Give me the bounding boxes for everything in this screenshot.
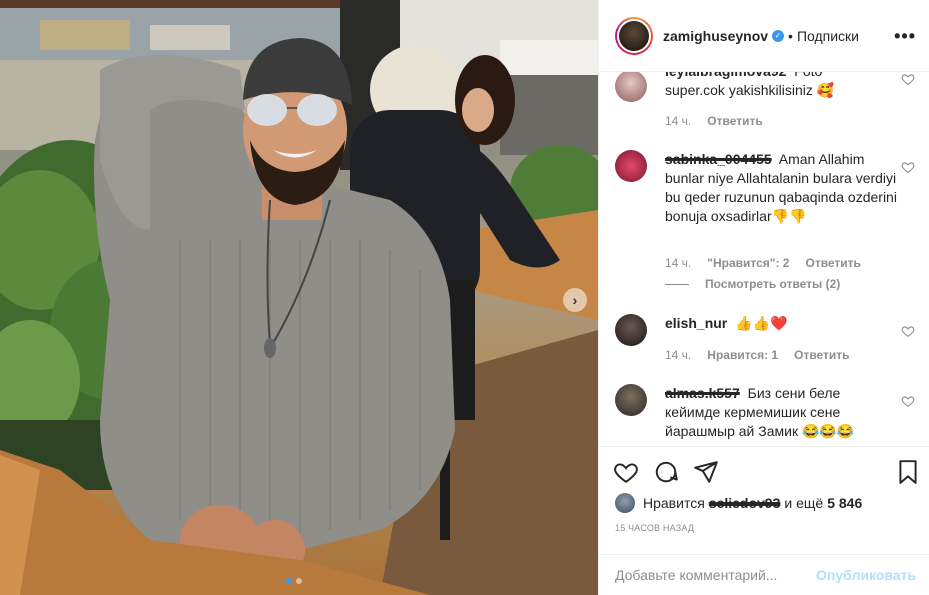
comment-meta: 14 ч. Нравится: 1 Ответить — [665, 348, 850, 362]
liker-username[interactable]: seliedov93 — [709, 495, 781, 511]
like-comment-heart-icon[interactable] — [901, 394, 915, 408]
post-photo[interactable]: › — [0, 0, 598, 595]
comment-likes[interactable]: Нравится: 1 — [707, 348, 778, 362]
carousel-dot-active — [286, 578, 292, 584]
reply-button[interactable]: Ответить — [805, 256, 860, 270]
post-side-panel: zamighuseynov ✓ • Подписки ••• leylaibra… — [598, 0, 929, 595]
comment-meta: 14 ч. Ответить — [665, 114, 763, 128]
comment-likes[interactable]: "Нравится": 2 — [707, 256, 789, 270]
carousel-dot — [296, 578, 302, 584]
carousel-next-button[interactable]: › — [563, 288, 587, 312]
add-comment-bar: Опубликовать — [599, 554, 929, 595]
likes-prefix: Нравится — [643, 495, 705, 511]
reply-button[interactable]: Ответить — [707, 114, 762, 128]
comment-text: sabinka_004455 Aman Allahim bunlar niye … — [665, 150, 897, 226]
comment-avatar[interactable] — [615, 314, 647, 346]
comment-time[interactable]: 14 ч. — [665, 256, 691, 270]
following-button[interactable]: Подписки — [797, 28, 859, 44]
like-comment-heart-icon[interactable] — [901, 160, 915, 174]
comment-text: elish_nur 👍👍❤️ — [665, 314, 897, 333]
verified-badge-icon: ✓ — [772, 29, 785, 42]
comment-username[interactable]: elish_nur — [665, 315, 727, 331]
author-avatar[interactable] — [615, 16, 653, 55]
comment-content: 👍👍❤️ — [735, 315, 788, 331]
comment-avatar[interactable] — [615, 72, 647, 102]
share-send-icon[interactable] — [693, 459, 719, 485]
like-comment-heart-icon[interactable] — [901, 72, 915, 86]
comment-text: almas.k557 Биз сени беле кейимде кермеми… — [665, 384, 897, 441]
replies-divider — [665, 283, 689, 285]
comment-bubble-icon[interactable] — [653, 459, 679, 485]
reply-button[interactable]: Ответить — [794, 348, 849, 362]
comment-text: leylaibragimova92 Foto super.cok yakishk… — [665, 72, 885, 100]
comment-input[interactable] — [615, 567, 817, 583]
comment-avatar[interactable] — [615, 150, 647, 182]
author-username[interactable]: zamighuseynov — [663, 28, 768, 44]
bookmark-icon[interactable] — [895, 459, 921, 485]
like-comment-heart-icon[interactable] — [901, 324, 915, 338]
comment-username[interactable]: leylaibragimova92 — [665, 72, 786, 79]
likes-summary: Нравится seliedov93 и ещё 5 846 — [615, 493, 862, 513]
post-image — [0, 0, 598, 595]
header-separator: • — [788, 27, 793, 44]
publish-button[interactable]: Опубликовать — [816, 567, 916, 583]
post-actions: Нравится seliedov93 и ещё 5 846 15 часов… — [599, 446, 929, 554]
comments-list[interactable]: leylaibragimova92 Foto super.cok yakishk… — [599, 72, 929, 446]
liker-avatar[interactable] — [615, 493, 635, 513]
view-replies-button[interactable]: Посмотреть ответы (2) — [665, 277, 840, 291]
likes-suffix: и ещё — [784, 495, 824, 511]
post-timestamp[interactable]: 15 часов назад — [615, 523, 694, 533]
comment-meta: 14 ч. "Нравится": 2 Ответить — [665, 256, 861, 270]
like-heart-icon[interactable] — [613, 459, 639, 485]
view-replies-label: Посмотреть ответы (2) — [705, 277, 841, 291]
post-header: zamighuseynov ✓ • Подписки ••• — [599, 0, 929, 72]
carousel-dots — [286, 578, 302, 584]
likes-count[interactable]: 5 846 — [827, 495, 862, 511]
comment-avatar[interactable] — [615, 384, 647, 416]
comment-time[interactable]: 14 ч. — [665, 114, 691, 128]
comment-username[interactable]: sabinka_004455 — [665, 151, 772, 167]
comment-username[interactable]: almas.k557 — [665, 385, 740, 401]
more-options-icon[interactable]: ••• — [894, 26, 916, 47]
comment-time[interactable]: 14 ч. — [665, 348, 691, 362]
